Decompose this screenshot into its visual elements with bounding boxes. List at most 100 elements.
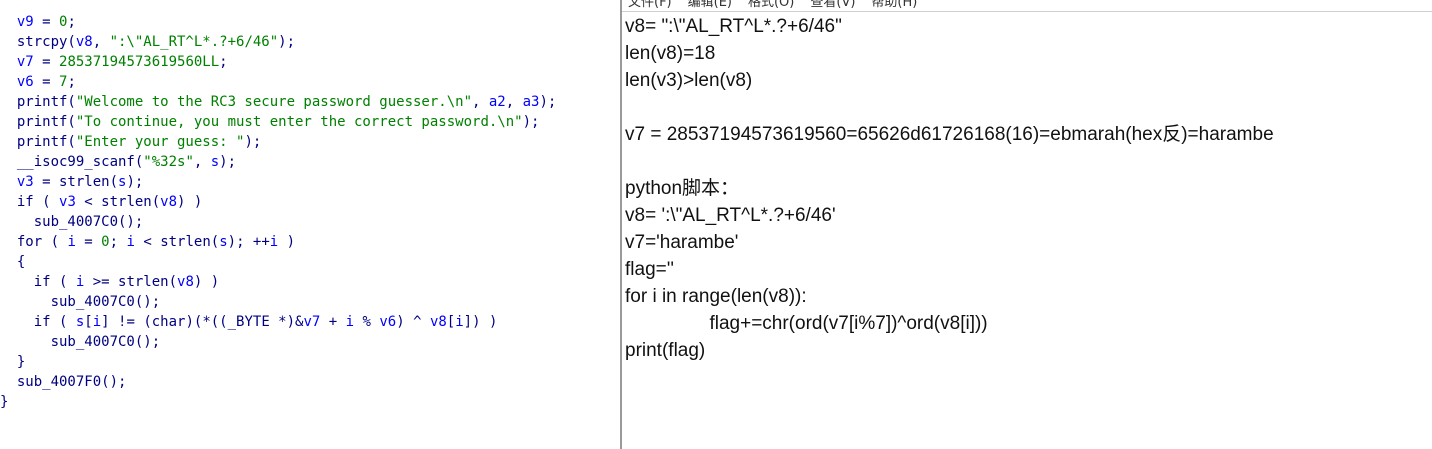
- code-token: printf(: [0, 134, 76, 150]
- code-token: =: [33, 54, 60, 70]
- code-token: printf(: [0, 114, 76, 130]
- code-identifier: s: [210, 154, 220, 170]
- notepad-line: len(v3)>len(v8): [625, 70, 753, 91]
- menubar-divider: [622, 11, 1432, 12]
- notepad-menubar: 文件(F) 编辑(E) 格式(O) 查看(V) 帮助(H): [622, 0, 917, 10]
- code-token: }: [0, 354, 26, 370]
- code-line: v9 = 0;: [0, 12, 556, 32]
- code-token: =: [33, 74, 60, 90]
- code-identifier: v6: [16, 74, 34, 90]
- menu-item-3[interactable]: 查看(V): [810, 0, 855, 10]
- code-token: [: [84, 314, 93, 330]
- code-token: ,: [193, 154, 211, 170]
- code-token: ]) ): [463, 314, 498, 330]
- code-token: ,: [505, 94, 523, 110]
- code-line: v3 = strlen(s);: [0, 172, 556, 192]
- code-identifier: v6: [379, 314, 397, 330]
- code-token: );: [539, 94, 557, 110]
- code-identifier: i: [126, 234, 135, 250]
- code-identifier: i: [67, 234, 76, 250]
- code-identifier: a3: [522, 94, 540, 110]
- screen: v9 = 0; strcpy(v8, ":\"AL_RT^L*.?+6/46")…: [0, 0, 1432, 449]
- code-token: for (: [0, 234, 68, 250]
- code-identifier: v3: [16, 174, 34, 190]
- code-token: ;: [67, 74, 76, 90]
- code-token: ) ): [177, 194, 203, 210]
- code-identifier: i: [455, 314, 464, 330]
- menu-item-0[interactable]: 文件(F): [628, 0, 672, 10]
- code-token: ,: [92, 34, 110, 50]
- code-line: sub_4007C0();: [0, 332, 556, 352]
- notepad-line: flag+=chr(ord(v7[i%7])^ord(v8[i])): [625, 313, 988, 334]
- notepad-line: v7 = 28537194573619560=65626d61726168(16…: [625, 124, 1274, 145]
- notepad-line: v8= ':\"AL_RT^L*.?+6/46': [625, 205, 836, 226]
- code-identifier: v7: [16, 54, 34, 70]
- code-token: );: [126, 174, 144, 190]
- code-string: "To continue, you must enter the correct…: [75, 114, 523, 130]
- code-identifier: s: [219, 234, 228, 250]
- code-token: );: [244, 134, 262, 150]
- code-line: strcpy(v8, ":\"AL_RT^L*.?+6/46");: [0, 32, 556, 52]
- code-token: ) ): [193, 274, 220, 290]
- code-token: __isoc99_scanf(: [0, 154, 144, 170]
- notepad-window: 文件(F) 编辑(E) 格式(O) 查看(V) 帮助(H) v8= ":\"AL_RT^…: [608, 0, 1432, 449]
- code-string: "%32s": [143, 154, 194, 170]
- code-token: sub_4007C0();: [0, 214, 144, 230]
- menu-item-1[interactable]: 编辑(E): [688, 0, 732, 10]
- notepad-line: [625, 148, 1274, 175]
- pseudocode-listing: v9 = 0; strcpy(v8, ":\"AL_RT^L*.?+6/46")…: [0, 12, 556, 412]
- code-token: =: [75, 234, 102, 250]
- code-token: ); ++: [227, 234, 270, 250]
- code-line: sub_4007C0();: [0, 292, 556, 312]
- code-line: v6 = 7;: [0, 72, 556, 92]
- code-string: "Welcome to the RC3 secure password gues…: [75, 94, 473, 110]
- code-identifier: v9: [16, 14, 34, 30]
- code-string: "Enter your guess: ": [75, 134, 245, 150]
- notepad-text-area[interactable]: v8= ":\"AL_RT^L*.?+6/46" len(v8)=18 len(v3…: [625, 13, 1274, 364]
- code-line: if ( s[i] != (char)(*((_BYTE *)&v7 + i %…: [0, 312, 556, 332]
- code-token: {: [0, 254, 26, 270]
- code-line: printf("Enter your guess: ");: [0, 132, 556, 152]
- code-line: if ( i >= strlen(v8) ): [0, 272, 556, 292]
- code-token: if (: [0, 314, 76, 330]
- code-token: %: [354, 314, 380, 330]
- code-token: < strlen(: [75, 194, 161, 210]
- code-token: sub_4007F0();: [0, 374, 127, 390]
- code-line: __isoc99_scanf("%32s", s);: [0, 152, 556, 172]
- code-token: printf(: [0, 94, 76, 110]
- code-token: ) ^: [396, 314, 430, 330]
- code-token: < strlen(: [134, 234, 220, 250]
- code-line: sub_4007C0();: [0, 212, 556, 232]
- notepad-line: flag='': [625, 259, 674, 280]
- code-line: }: [0, 392, 556, 412]
- code-token: ,: [472, 94, 489, 110]
- code-token: if (: [0, 194, 60, 210]
- code-token: sub_4007C0();: [0, 294, 161, 310]
- decompiler-pane[interactable]: v9 = 0; strcpy(v8, ":\"AL_RT^L*.?+6/46")…: [0, 0, 608, 449]
- notepad-line: [625, 94, 1274, 121]
- code-token: =: [33, 14, 60, 30]
- code-token: );: [278, 34, 296, 50]
- code-line: printf("To continue, you must enter the …: [0, 112, 556, 132]
- code-line: }: [0, 352, 556, 372]
- code-identifier: i: [345, 314, 355, 330]
- notepad-line: v7='harambe': [625, 232, 739, 253]
- code-string: ":\"AL_RT^L*.?+6/46": [109, 34, 279, 50]
- code-identifier: v8: [160, 194, 178, 210]
- menu-item-4[interactable]: 帮助(H): [871, 0, 917, 10]
- code-line: if ( v3 < strlen(v8) ): [0, 192, 556, 212]
- code-number: 28537194573619560LL: [59, 54, 220, 70]
- code-identifier: a2: [488, 94, 506, 110]
- code-identifier: i: [269, 234, 279, 250]
- code-identifier: i: [92, 314, 102, 330]
- notepad-line: python脚本：: [625, 178, 740, 199]
- menu-item-2[interactable]: 格式(O): [748, 0, 794, 10]
- code-token: [: [446, 314, 456, 330]
- code-token: sub_4007C0();: [0, 334, 161, 350]
- code-token: ;: [109, 234, 127, 250]
- code-line: v7 = 28537194573619560LL;: [0, 52, 556, 72]
